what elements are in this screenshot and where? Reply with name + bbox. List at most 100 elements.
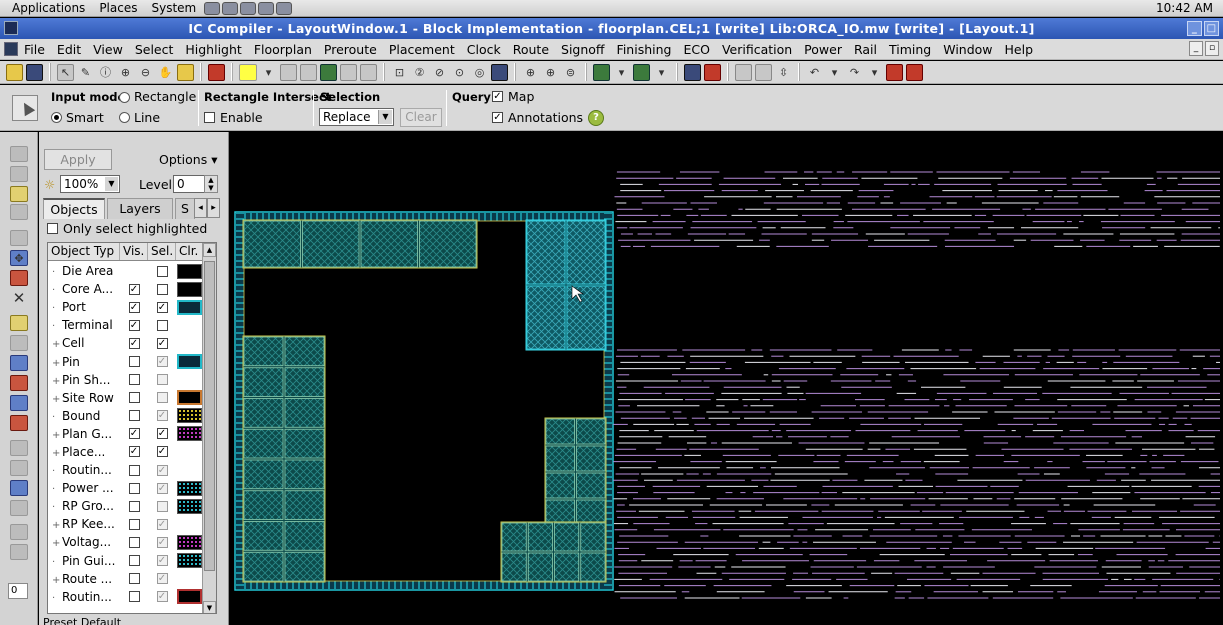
settings-tool-icon[interactable] <box>10 544 28 560</box>
stretch-tool-icon[interactable] <box>10 335 28 351</box>
menu-eco[interactable]: ECO <box>677 42 715 57</box>
menu-verification[interactable]: Verification <box>716 42 798 57</box>
visible-checkbox[interactable] <box>128 482 140 494</box>
color-swatch[interactable] <box>177 354 202 370</box>
highlight-color-icon[interactable] <box>239 63 257 81</box>
visible-checkbox[interactable]: ✓ <box>128 446 140 458</box>
zoom-prev-icon[interactable]: ⊘ <box>431 64 448 81</box>
selectable-checkbox[interactable] <box>156 283 168 295</box>
visible-checkbox[interactable]: ✓ <box>128 283 140 295</box>
zoom-sel-icon[interactable]: ⊙ <box>451 64 468 81</box>
launcher-icon[interactable] <box>258 1 275 15</box>
color-swatch[interactable] <box>177 281 202 297</box>
selectable-checkbox[interactable] <box>156 500 168 512</box>
distribute-tool-icon[interactable] <box>10 415 28 431</box>
selectable-checkbox[interactable]: ✓ <box>156 464 168 476</box>
info-icon[interactable]: ⓘ <box>97 64 114 81</box>
copy-tool-icon[interactable] <box>10 270 28 286</box>
applications-menu[interactable]: Applications <box>10 1 87 15</box>
scroll-thumb[interactable] <box>204 261 215 571</box>
tab-objects[interactable]: Objects <box>43 198 105 219</box>
delete-x-icon[interactable]: ✕ <box>10 290 28 306</box>
visible-checkbox[interactable] <box>128 573 140 585</box>
selectable-checkbox[interactable]: ✓ <box>156 591 168 603</box>
table-row[interactable]: · Core A... ✓ <box>48 280 203 299</box>
smart-radio[interactable] <box>51 112 62 123</box>
menu-rail[interactable]: Rail <box>848 42 883 57</box>
launcher-icon[interactable] <box>222 1 239 15</box>
selectable-checkbox[interactable] <box>156 374 168 386</box>
expand-icon[interactable]: + <box>52 339 62 350</box>
zoom-2-icon[interactable]: ② <box>411 64 428 81</box>
layout-canvas[interactable] <box>230 132 1223 625</box>
selectable-checkbox[interactable]: ✓ <box>156 337 168 349</box>
level-spinner[interactable]: ▲ ▼ <box>204 175 218 193</box>
visible-checkbox[interactable]: ✓ <box>128 319 140 331</box>
visible-checkbox[interactable] <box>128 356 140 368</box>
zoom-in-icon[interactable]: ⊕ <box>117 64 134 81</box>
ruler-icon[interactable] <box>177 63 194 81</box>
minimize-icon[interactable]: _ <box>1187 21 1202 36</box>
column-object-type[interactable]: Object Typ <box>48 243 120 260</box>
launcher-icon[interactable] <box>240 1 257 15</box>
zoom-in-icon[interactable]: ⊕ <box>522 64 539 81</box>
table-row[interactable]: · Routin... ✓ <box>48 461 203 480</box>
select-pointer-icon[interactable]: ↖ <box>57 63 74 81</box>
menu-signoff[interactable]: Signoff <box>555 42 611 57</box>
menu-timing[interactable]: Timing <box>883 42 937 57</box>
table-scrollbar[interactable]: ▲ ▼ <box>202 243 216 613</box>
window-menu-icon[interactable] <box>4 42 18 56</box>
visible-checkbox[interactable] <box>128 591 140 603</box>
column-selectable[interactable]: Sel. <box>148 243 176 260</box>
menu-edit[interactable]: Edit <box>51 42 87 57</box>
split-tool-icon[interactable] <box>10 355 28 371</box>
delete-icon[interactable] <box>208 63 225 81</box>
scroll-down-icon[interactable]: ▼ <box>203 601 216 613</box>
close-icon[interactable]: ▫ <box>1205 41 1219 56</box>
places-menu[interactable]: Places <box>97 1 139 15</box>
table-row[interactable]: + Route ... ✓ <box>48 569 203 588</box>
layer-tool-icon[interactable] <box>360 63 377 81</box>
macro-group-left[interactable] <box>242 335 326 583</box>
launcher-icon[interactable] <box>204 1 221 15</box>
selectable-checkbox[interactable]: ✓ <box>156 536 168 548</box>
table-row[interactable]: + Cell ✓ ✓ <box>48 334 203 353</box>
layout-view-icon[interactable] <box>593 63 610 81</box>
menu-preroute[interactable]: Preroute <box>318 42 383 57</box>
selectable-checkbox[interactable]: ✓ <box>156 555 168 567</box>
menu-power[interactable]: Power <box>798 42 848 57</box>
selectable-checkbox[interactable]: ✓ <box>156 573 168 585</box>
heatmap-icon[interactable] <box>704 63 721 81</box>
zoom-area-icon[interactable]: ◎ <box>471 64 488 81</box>
macro-group-top-right-selected[interactable] <box>525 219 607 351</box>
line-radio[interactable] <box>119 112 130 123</box>
visible-checkbox[interactable] <box>128 555 140 567</box>
visible-checkbox[interactable] <box>128 536 140 548</box>
visible-checkbox[interactable] <box>128 392 140 404</box>
expand-icon[interactable]: + <box>52 538 62 549</box>
visible-checkbox[interactable]: ✓ <box>128 428 140 440</box>
edit-tool-icon[interactable] <box>300 63 317 81</box>
move-tool-icon[interactable]: ✥ <box>10 250 28 266</box>
measure-tool-icon[interactable] <box>10 440 28 456</box>
selection-mode-select[interactable]: Replace ▼ <box>319 108 394 126</box>
table-row[interactable]: + RP Kee... ✓ <box>48 515 203 534</box>
restore-icon[interactable]: _ <box>1189 41 1203 56</box>
column-visible[interactable]: Vis. <box>120 243 148 260</box>
level-value-field[interactable]: 0 <box>8 583 28 599</box>
table-row[interactable]: + Plan G... ✓ ✓ <box>48 424 203 443</box>
path-tool-icon[interactable] <box>10 480 28 496</box>
visible-checkbox[interactable] <box>128 410 140 422</box>
menu-view[interactable]: View <box>87 42 129 57</box>
only-select-highlighted-checkbox[interactable] <box>47 223 58 234</box>
selectable-checkbox[interactable]: ✓ <box>156 446 168 458</box>
dropdown-arrow-icon[interactable]: ▾ <box>653 64 670 81</box>
stop-icon[interactable] <box>886 63 903 81</box>
visible-checkbox[interactable] <box>128 500 140 512</box>
expand-icon[interactable]: + <box>52 520 62 531</box>
expand-icon[interactable]: + <box>52 376 62 387</box>
selection-tool-icon[interactable] <box>12 95 38 121</box>
help-icon[interactable]: ? <box>588 110 604 126</box>
color-swatch[interactable] <box>177 299 202 315</box>
menu-clock[interactable]: Clock <box>461 42 507 57</box>
